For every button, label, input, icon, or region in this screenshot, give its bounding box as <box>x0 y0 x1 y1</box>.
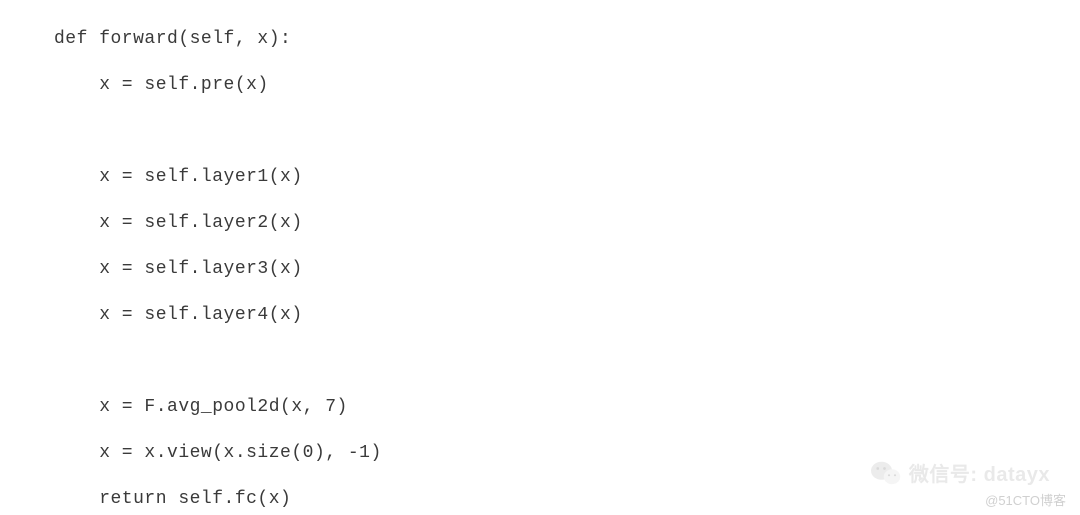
code-snippet: def forward(self, x): x = self.pre(x) x … <box>0 0 1080 515</box>
footer-attribution: @51CTO博客 <box>985 490 1066 509</box>
watermark-text: 微信号: datayx <box>909 458 1050 487</box>
wechat-icon <box>871 460 901 486</box>
code-content: def forward(self, x): x = self.pre(x) x … <box>54 29 382 509</box>
wechat-watermark: 微信号: datayx <box>871 458 1050 487</box>
